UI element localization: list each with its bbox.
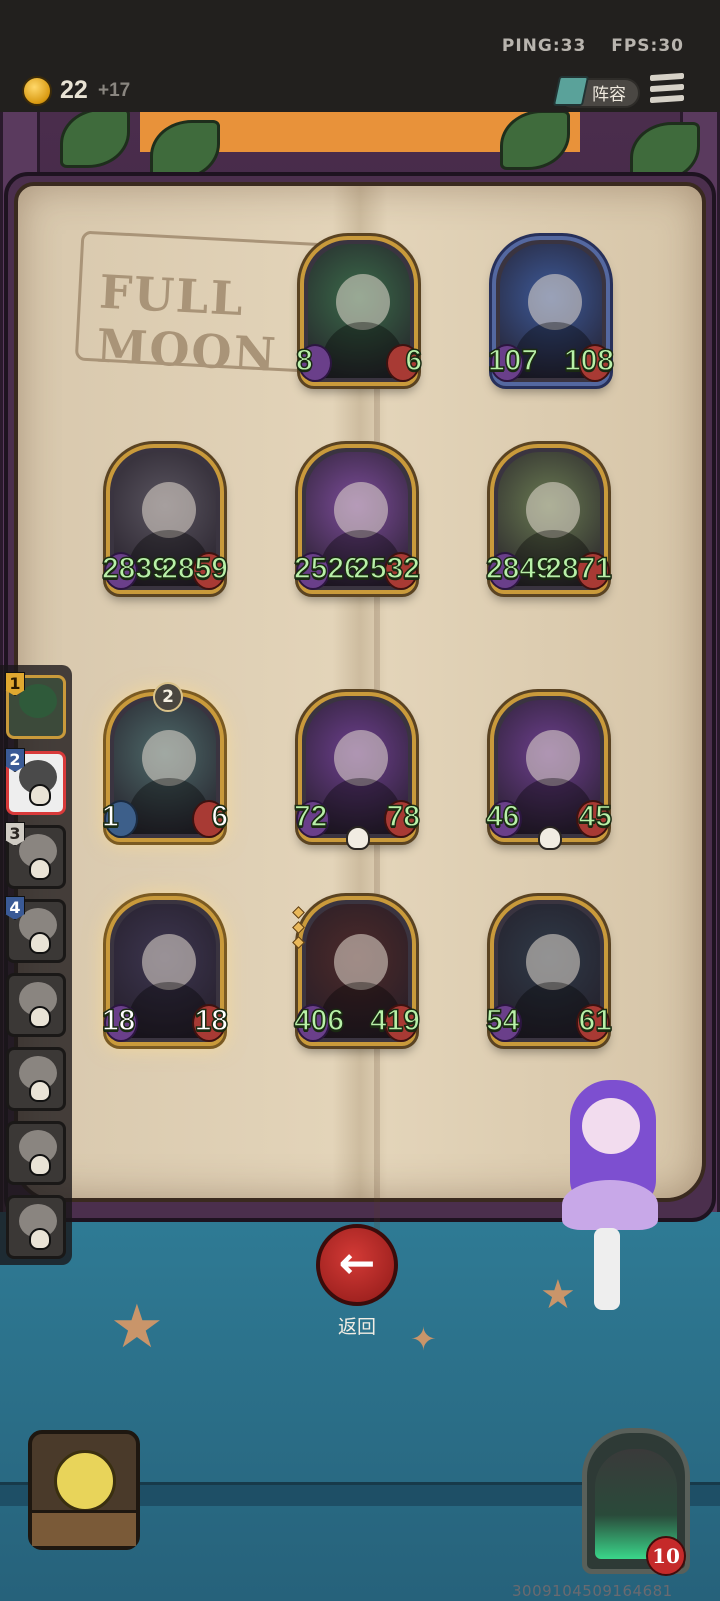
minion-attack: 2849 <box>485 551 553 586</box>
roster-slot[interactable] <box>6 1121 66 1185</box>
arrow-left-icon: ← <box>338 1238 376 1289</box>
minion-health: 61 <box>578 1003 613 1038</box>
minion-card[interactable]: 54 61 <box>485 896 613 1046</box>
minion-health: 18 <box>194 1003 229 1038</box>
minion-card[interactable]: 2849 2871 <box>485 444 613 594</box>
minion-health: 2532 <box>353 551 421 586</box>
skull-icon <box>29 1228 51 1250</box>
minion-health: 2871 <box>545 551 613 586</box>
roster-slot[interactable] <box>6 973 66 1037</box>
minion-card[interactable]: 46 45 <box>485 692 613 850</box>
minion-card[interactable]: 2526 2532 <box>293 444 421 594</box>
minion-attack: 406 <box>293 1003 345 1038</box>
full-moon-sign: FULL MOON <box>74 230 332 382</box>
skull-icon <box>29 1080 51 1102</box>
roster-slot[interactable]: 4 <box>5 896 66 963</box>
minion-health: 6 <box>211 799 229 834</box>
skull-icon <box>29 1154 51 1176</box>
leaf-decoration <box>500 112 570 170</box>
back-button[interactable]: ← <box>316 1224 398 1306</box>
minion-attack: 2839 <box>101 551 169 586</box>
roster-slot[interactable]: 2 <box>5 748 66 815</box>
minion-card[interactable]: 72 78 <box>293 692 421 850</box>
minion-health: 108 <box>563 343 615 378</box>
hero-head <box>582 1098 640 1154</box>
gold-coin-icon <box>22 76 52 106</box>
lineup-label: 阵容 <box>592 85 626 105</box>
minion-card[interactable]: 406 419 <box>292 896 421 1046</box>
skull-icon <box>29 784 51 806</box>
minion-health: 2859 <box>161 551 229 586</box>
player-roster: 1 2 3 4 <box>0 665 72 1265</box>
fps-readout: FPS:30 <box>611 36 684 56</box>
skull-icon <box>29 858 51 880</box>
hamburger-menu-icon[interactable] <box>650 72 684 104</box>
moon-icon <box>54 1450 116 1512</box>
debug-id: 3009104509164681 <box>512 1582 673 1600</box>
werewolf-moon-widget[interactable] <box>28 1430 140 1550</box>
hero-skirt <box>562 1180 658 1230</box>
minion-attack: 54 <box>485 1003 520 1038</box>
minion-health: 45 <box>578 799 613 834</box>
buff-pips-icon <box>292 906 305 953</box>
deathrattle-skull-icon <box>538 826 562 850</box>
minion-attack: 18 <box>101 1003 136 1038</box>
ping-readout: PING:33 <box>501 36 587 56</box>
minion-attack: 2526 <box>293 551 361 586</box>
player-level-badge: 10 <box>646 1536 686 1576</box>
minion-health: 419 <box>369 1003 421 1038</box>
roster-slot[interactable] <box>6 1047 66 1111</box>
minion-card[interactable]: 1 6 2 <box>101 682 229 842</box>
skull-icon <box>29 932 51 954</box>
roster-slot[interactable]: 3 <box>5 822 66 889</box>
minion-attack: 46 <box>485 799 520 834</box>
minion-card[interactable]: 18 18 <box>101 896 229 1046</box>
book-icon <box>552 76 590 106</box>
roster-slot[interactable] <box>6 1195 66 1259</box>
shop-minion-card[interactable]: 86 <box>295 236 423 386</box>
minion-attack: 107 <box>487 343 539 378</box>
minion-health: 78 <box>386 799 421 834</box>
hero-legs <box>594 1228 620 1310</box>
skull-icon <box>29 1006 51 1028</box>
deathrattle-skull-icon <box>346 826 370 850</box>
gold-count: 22 <box>60 76 88 104</box>
minion-card[interactable]: 2839 2859 <box>101 444 229 594</box>
minion-attack: 72 <box>293 799 328 834</box>
back-label: 返回 <box>337 1316 376 1338</box>
minion-health: 6 <box>405 343 423 378</box>
top-bar: PING:33 FPS:30 22 +17 阵容 <box>0 0 720 112</box>
star-decoration: ★ <box>110 1292 164 1362</box>
hero-character[interactable] <box>556 1080 666 1310</box>
shop-minion-card[interactable]: 107 108 <box>487 236 615 386</box>
minion-attack: 1 <box>101 799 119 834</box>
minion-attack: 8 <box>295 343 313 378</box>
roster-slot[interactable]: 1 <box>5 672 66 739</box>
star-decoration: ✦ <box>410 1320 437 1358</box>
network-stats: PING:33 FPS:30 <box>484 36 684 56</box>
gold-income: +17 <box>98 80 131 101</box>
tier-badge: 2 <box>153 682 183 712</box>
leaf-decoration <box>60 112 130 168</box>
widget-base <box>32 1510 136 1546</box>
